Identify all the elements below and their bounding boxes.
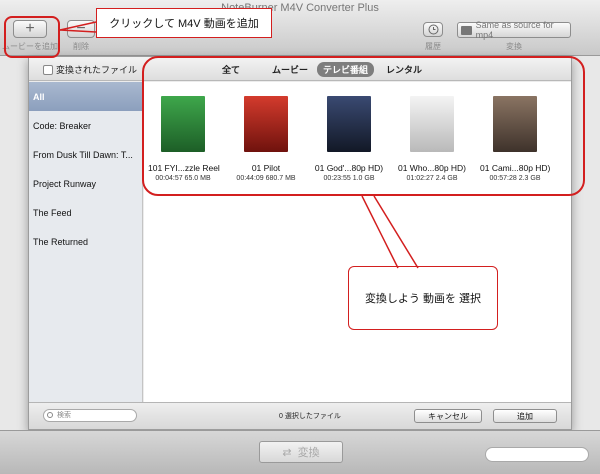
add-button[interactable]: 追加 — [493, 409, 557, 423]
callout-add-m4v: クリックして M4V 動画を追加 — [96, 8, 272, 38]
search-icon — [47, 412, 53, 418]
clock-icon — [428, 24, 438, 35]
callout-select-video: 変換しよう 動画を 選択 — [348, 266, 498, 330]
toolbar: NoteBurner M4V Converter Plus + ムービーを追加 … — [0, 0, 600, 56]
annotation-highlight-add — [4, 16, 60, 58]
format-icon — [461, 25, 472, 35]
window-title: NoteBurner M4V Converter Plus — [221, 2, 379, 14]
output-format-value: Same as source for mp4 — [475, 20, 554, 40]
annotation-highlight-media — [142, 56, 585, 196]
sidebar-item-code-breaker[interactable]: Code: Breaker — [29, 111, 143, 140]
convert-label: 変換 — [297, 447, 320, 459]
history-button[interactable] — [423, 22, 443, 37]
convert-arrows-icon: ⇄ — [282, 446, 292, 459]
delete-label: 削除 — [73, 42, 89, 51]
minus-icon: − — [76, 20, 86, 37]
sidebar-item-project-runway[interactable]: Project Runway — [29, 169, 143, 198]
search-placeholder: 検索 — [57, 412, 71, 419]
sidebar-item-from-dusk-till-dawn[interactable]: From Dusk Till Dawn: T... — [29, 140, 143, 169]
convert-button[interactable]: ⇄ 変換 — [259, 441, 343, 463]
sidebar-item-the-feed[interactable]: The Feed — [29, 198, 143, 227]
sidebar-item-all[interactable]: All — [29, 82, 143, 111]
checkbox[interactable] — [43, 64, 53, 75]
sheet-footer: 検索 0 選択したファイル キャンセル 追加 — [29, 402, 571, 429]
output-format-select[interactable]: Same as source for mp4 — [457, 20, 571, 40]
selected-count: 0 選択したファイル — [279, 413, 341, 420]
convert-settings-label: 変換 — [506, 42, 522, 51]
search-input[interactable]: 検索 — [43, 409, 137, 422]
sidebar: All Code: Breaker From Dusk Till Dawn: T… — [29, 82, 143, 402]
bottom-search-input[interactable] — [485, 447, 589, 462]
converted-files-label: 変換されたファイル — [56, 65, 138, 75]
app-window: NoteBurner M4V Converter Plus + ムービーを追加 … — [0, 0, 600, 474]
delete-button[interactable]: − — [67, 20, 95, 38]
cancel-button[interactable]: キャンセル — [414, 409, 482, 423]
history-label: 履歴 — [425, 42, 441, 51]
sidebar-item-the-returned[interactable]: The Returned — [29, 227, 143, 256]
converted-files-toggle[interactable]: 変換されたファイル — [43, 63, 137, 76]
